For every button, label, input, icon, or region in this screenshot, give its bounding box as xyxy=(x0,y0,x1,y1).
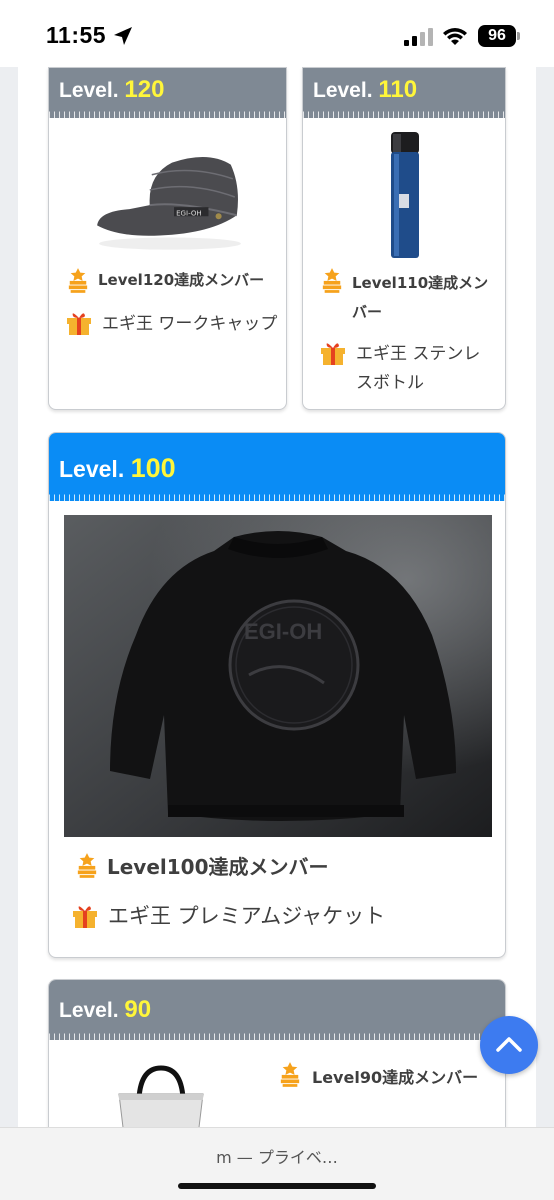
ruler-ticks xyxy=(49,106,286,118)
reward-card-level-120[interactable]: Level. 120 EGI-OH Level120達成メンバー エギ王 ワーク… xyxy=(48,67,287,410)
level-prefix: Level. xyxy=(313,79,373,102)
level-heading: Level. 100 xyxy=(59,453,176,484)
medal-icon xyxy=(280,1062,300,1087)
status-time: 11:55 xyxy=(46,22,107,48)
medal-icon xyxy=(322,268,342,293)
card-header: Level. 100 xyxy=(49,433,505,501)
level-prefix: Level. xyxy=(59,456,125,482)
reward-text: エギ王 ステンレスボトル xyxy=(356,344,481,393)
reward-text: エギ王 ワークキャップ xyxy=(102,314,278,334)
home-indicator[interactable] xyxy=(178,1183,376,1189)
reward-text: エギ王 プレミアムジャケット xyxy=(108,904,386,928)
gift-icon xyxy=(67,313,91,335)
battery-tip xyxy=(517,32,520,40)
stainless-bottle-image xyxy=(391,132,419,258)
level-number: 100 xyxy=(130,453,176,483)
level-number: 110 xyxy=(378,76,418,103)
ruler-ticks xyxy=(49,1028,505,1040)
gift-icon xyxy=(73,906,97,928)
achievement-row: Level100達成メンバー xyxy=(76,851,496,881)
reward-row: エギ王 ステンレスボトル xyxy=(319,338,504,398)
card-header: Level. 90 xyxy=(49,980,505,1040)
achievement-row: Level120達成メンバー xyxy=(67,266,282,294)
signal-icon xyxy=(404,28,433,46)
ruler-ticks xyxy=(49,489,505,501)
status-bar: 11:55 96 xyxy=(0,0,554,67)
achievement-row: Level110達成メンバー xyxy=(321,266,501,327)
card-header: Level. 110 xyxy=(303,68,505,118)
work-cap-image: EGI-OH xyxy=(97,156,241,250)
browser-bottom-bar: m — プライベ… xyxy=(0,1127,554,1200)
level-heading: Level. 110 xyxy=(313,76,417,104)
achievement-text: Level120達成メンバー xyxy=(98,271,265,289)
ruler-ticks xyxy=(303,106,505,118)
reward-row: エギ王 プレミアムジャケット xyxy=(71,901,491,931)
reward-card-level-110[interactable]: Level. 110 Level110達成メンバー エギ王 ステンレスボトル xyxy=(302,67,506,410)
medal-icon xyxy=(68,268,88,293)
level-number: 120 xyxy=(124,76,165,103)
reward-card-level-100[interactable]: Level. 100 EGI-OH Level100達成メンバー エギ王 プレミ… xyxy=(48,432,506,958)
premium-jacket-image: EGI-OH xyxy=(64,515,492,837)
level-prefix: Level. xyxy=(59,999,119,1022)
achievement-row: Level90達成メンバー xyxy=(279,1060,499,1093)
scroll-to-top-button[interactable] xyxy=(480,1016,538,1074)
level-heading: Level. 90 xyxy=(59,996,151,1024)
battery-level: 96 xyxy=(478,25,516,47)
level-heading: Level. 120 xyxy=(59,76,164,104)
card-header: Level. 120 xyxy=(49,68,286,118)
medal-icon xyxy=(77,853,97,878)
location-arrow-icon xyxy=(114,27,132,45)
wifi-icon xyxy=(443,28,467,45)
achievement-text: Level90達成メンバー xyxy=(312,1068,479,1087)
chevron-up-icon xyxy=(496,1037,522,1052)
achievement-text: Level110達成メンバー xyxy=(352,274,489,321)
achievement-text: Level100達成メンバー xyxy=(107,855,329,879)
svg-text:EGI-OH: EGI-OH xyxy=(244,619,322,644)
reward-row: エギ王 ワークキャップ xyxy=(65,308,285,338)
gift-icon xyxy=(321,343,345,365)
svg-text:EGI-OH: EGI-OH xyxy=(176,208,202,217)
level-prefix: Level. xyxy=(59,79,119,102)
address-bar[interactable]: m — プライベ… xyxy=(0,1144,554,1168)
level-number: 90 xyxy=(124,996,152,1023)
